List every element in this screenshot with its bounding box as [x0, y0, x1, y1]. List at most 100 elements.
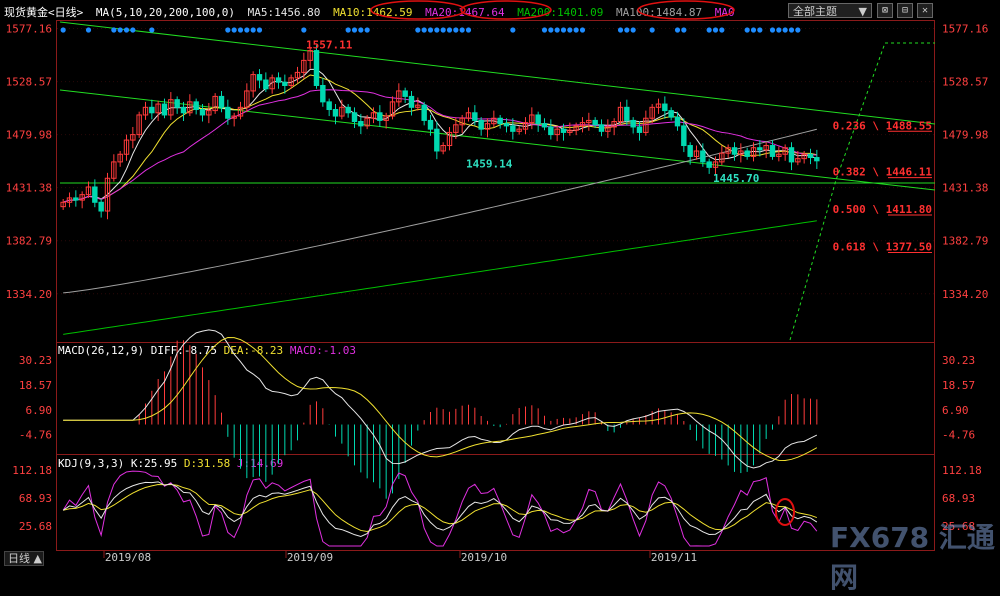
candle-down: [668, 110, 674, 118]
ma10-highlight-ellipse: [370, 0, 466, 20]
kdj-panel: [62, 470, 818, 547]
event-dot: [237, 27, 244, 33]
event-dot: [744, 27, 750, 33]
event-dot: [459, 27, 465, 33]
candle-down: [807, 153, 814, 159]
candle-down: [345, 106, 351, 114]
candle-down: [598, 124, 605, 132]
channel-lower-line: [59, 89, 936, 191]
candle-down: [256, 74, 263, 81]
event-dot: [85, 27, 92, 33]
candle-down: [769, 145, 776, 157]
macd-tick-left: -4.76: [19, 429, 52, 442]
low-price-label-2: 1445.70: [713, 172, 759, 185]
highlight-ellipses: [370, 0, 795, 526]
event-dot: [573, 27, 579, 33]
event-dot: [250, 27, 256, 33]
event-dot: [364, 27, 370, 33]
price-tick-right: 1334.20: [942, 288, 988, 301]
macd-tick-right: 18.57: [942, 379, 975, 392]
event-dot: [579, 27, 586, 33]
event-dot: [719, 27, 725, 33]
price-tick-left: 1479.98: [6, 129, 52, 142]
event-dot: [624, 27, 630, 33]
projection-dashed-line: [789, 42, 935, 341]
candle-down: [377, 112, 383, 121]
macd-tick-right: 30.23: [942, 354, 975, 367]
candle-down: [98, 201, 104, 212]
date-tick-label: 2019/10: [461, 551, 507, 564]
date-tick-label: 2019/11: [651, 551, 697, 564]
event-dot: [795, 27, 801, 33]
channel-upper-line: [59, 21, 936, 125]
kdj-tick-left: 25.68: [19, 520, 52, 533]
candle-down: [161, 103, 168, 116]
macd-diff-line: [63, 329, 818, 469]
candle-down: [757, 147, 763, 151]
fib-level-label: 0.500 \ 1411.80: [833, 203, 932, 216]
event-dot: [681, 27, 687, 33]
fib-level-label: 0.618 \ 1377.50: [833, 240, 932, 253]
event-dot: [225, 27, 231, 33]
candle-down: [92, 186, 98, 203]
candle-down: [427, 119, 434, 130]
watermark-logo: FX678 汇通网: [830, 521, 995, 594]
event-dot: [123, 27, 130, 33]
candle-down: [434, 128, 440, 152]
candle-down: [662, 103, 668, 112]
candle-down: [472, 112, 478, 121]
event-dot: [415, 27, 421, 33]
event-dot: [750, 27, 757, 33]
candle-down: [326, 101, 332, 111]
event-dot: [674, 27, 681, 33]
fib-level-label: 0.236 \ 1488.55: [833, 119, 932, 132]
event-dot: [149, 27, 155, 33]
kdj-tick-right: 68.93: [942, 492, 975, 505]
candle-down: [478, 119, 484, 130]
panel-frame: [56, 20, 935, 551]
event-dot: [712, 27, 719, 33]
candle-down: [174, 99, 180, 108]
low-price-label-1: 1459.14: [466, 157, 513, 170]
kdj-tick-left: 112.18: [12, 464, 52, 477]
ma200-line: [63, 220, 817, 335]
event-dot: [510, 27, 516, 33]
macd-tick-left: 18.57: [19, 379, 52, 392]
event-dot: [345, 27, 351, 33]
candle-down: [408, 95, 415, 108]
candle-down: [421, 104, 427, 121]
candle-down: [332, 109, 339, 117]
event-dot: [60, 27, 66, 33]
price-chart-canvas[interactable]: 0.236 \ 1488.55 0.382 \ 1446.11 0.500 \ 14…: [0, 0, 1000, 567]
candle-down: [149, 106, 155, 114]
candle-down: [218, 95, 225, 108]
event-dot: [434, 27, 440, 33]
macd-tick-left: 30.23: [19, 354, 52, 367]
event-dot: [117, 27, 123, 33]
moving-average-lines: [63, 68, 818, 335]
candle-down: [706, 161, 712, 168]
period-selector[interactable]: 日线 ▲: [4, 551, 44, 566]
candle-down: [674, 116, 681, 127]
candle-down: [225, 106, 231, 119]
candle-down: [687, 145, 693, 157]
price-tick-right: 1577.16: [942, 23, 988, 36]
candle-down: [744, 150, 750, 157]
candle-down: [282, 81, 288, 86]
candle-down: [681, 125, 687, 147]
candle-down: [313, 50, 320, 86]
ma5-line: [63, 68, 818, 203]
kdj-tick-left: 68.93: [19, 492, 52, 505]
price-tick-left: 1334.20: [6, 288, 52, 301]
candle-down: [497, 117, 503, 125]
event-dot: [567, 27, 573, 33]
event-dot: [769, 27, 776, 33]
event-dot: [440, 27, 446, 33]
price-tick-left: 1577.16: [6, 23, 52, 36]
date-tick-label: 2019/09: [287, 551, 333, 564]
candle-down: [320, 84, 326, 103]
event-dot: [757, 27, 763, 33]
event-dot: [421, 27, 427, 33]
candle-down: [630, 119, 636, 128]
price-tick-right: 1528.57: [942, 76, 988, 89]
